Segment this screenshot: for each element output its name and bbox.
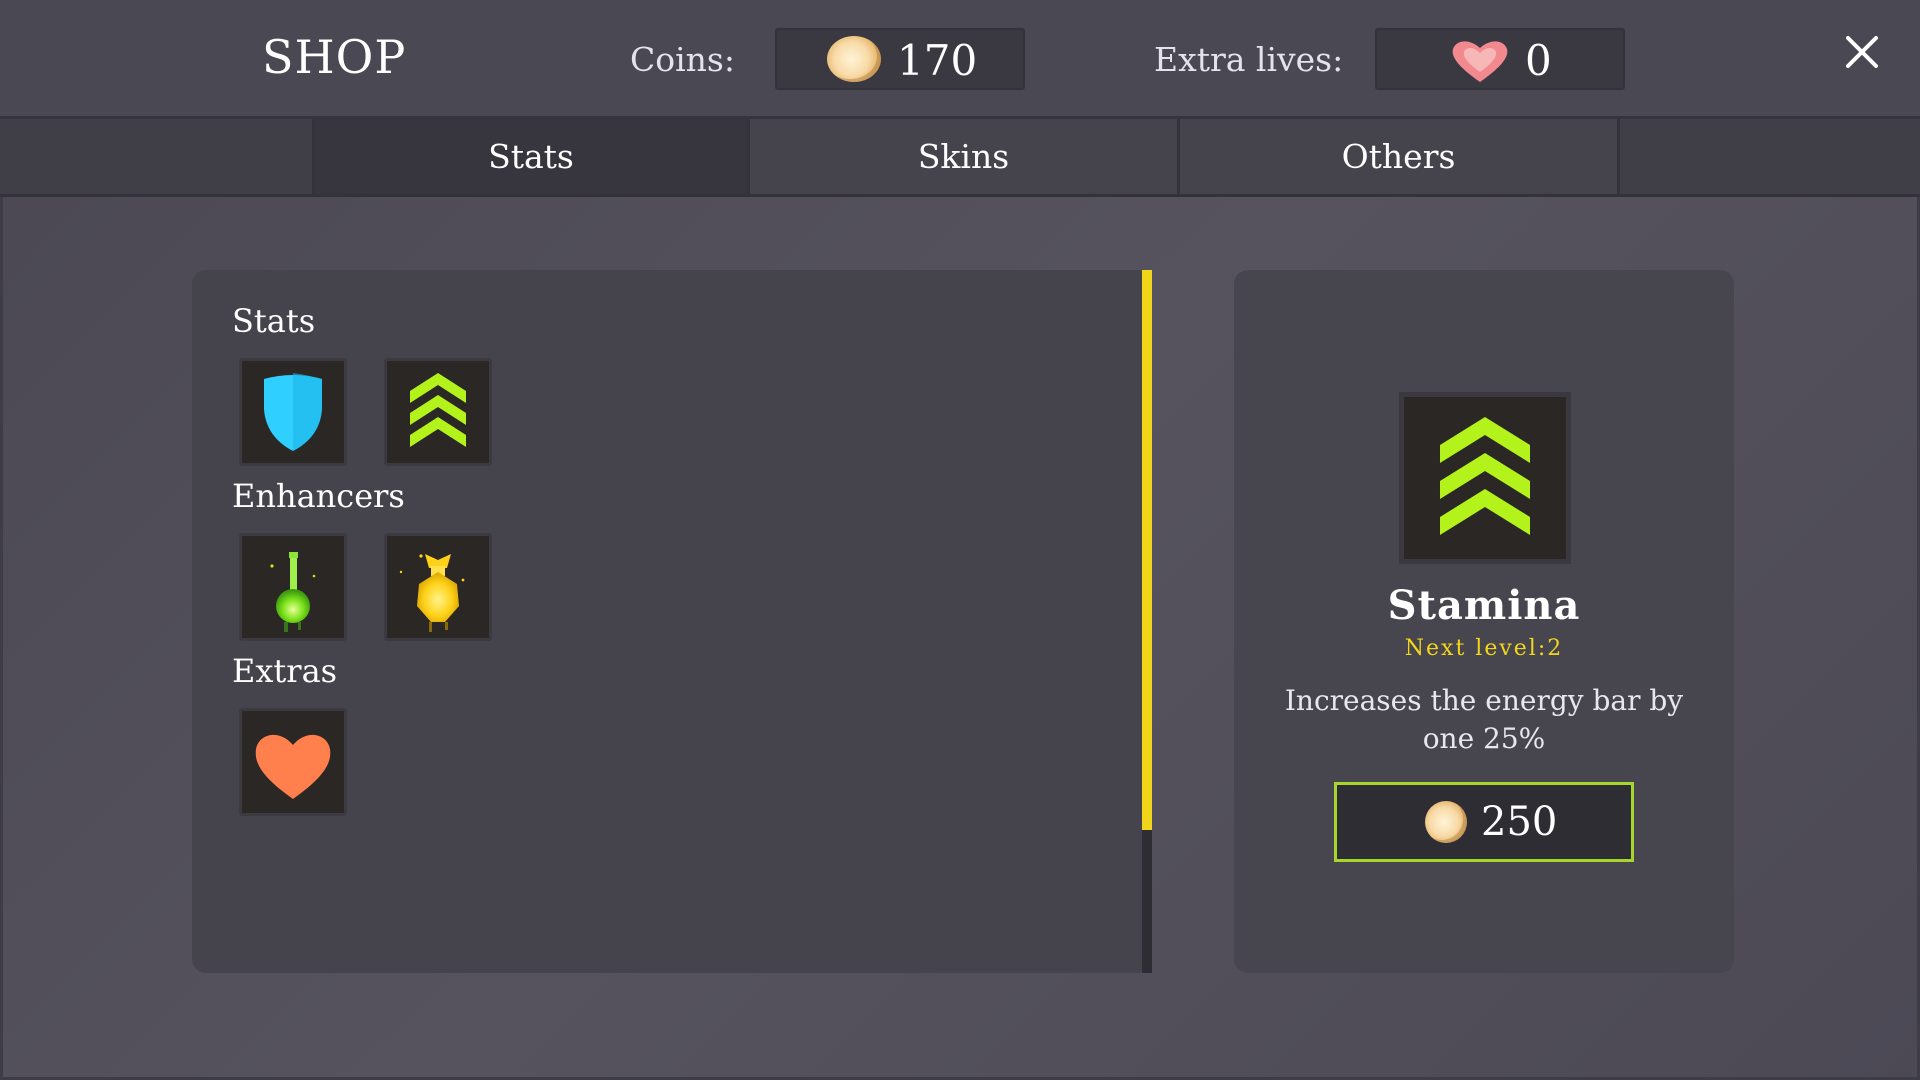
- item-detail-panel: Stamina Next level:2 Increases the energ…: [1234, 270, 1734, 973]
- heart-icon: [255, 734, 331, 799]
- extra-lives-counter: 0: [1375, 28, 1625, 90]
- shop-header: SHOP Coins: 170 Extra lives: 0: [0, 0, 1920, 119]
- item-extra-life[interactable]: [239, 708, 347, 816]
- catalog-scrollbar-thumb[interactable]: [1142, 270, 1152, 830]
- buy-price: 250: [1481, 799, 1558, 845]
- shop-title: SHOP: [262, 30, 407, 84]
- catalog-panel: Stats Enhancers Extras: [192, 270, 1152, 973]
- detail-item-icon: [1399, 392, 1571, 564]
- section-title-stats: Stats: [232, 302, 316, 340]
- coins-value: 170: [897, 36, 978, 85]
- coin-icon: [827, 36, 881, 82]
- chevrons-up-icon: [1440, 417, 1530, 535]
- detail-item-name: Stamina: [1387, 582, 1581, 629]
- item-green-potion[interactable]: [239, 533, 347, 641]
- yellow-potion-icon: [399, 554, 465, 632]
- item-shield[interactable]: [239, 358, 347, 466]
- section-title-extras: Extras: [232, 652, 338, 690]
- buy-button[interactable]: 250: [1334, 782, 1634, 862]
- detail-next-level: Next level:2: [1404, 636, 1564, 661]
- item-stamina[interactable]: [384, 358, 492, 466]
- tab-skins[interactable]: Skins: [747, 119, 1180, 194]
- shield-icon: [264, 373, 322, 451]
- tab-stats[interactable]: Stats: [312, 119, 750, 194]
- coins-counter: 170: [775, 28, 1025, 90]
- close-icon[interactable]: [1840, 30, 1884, 74]
- extra-lives-label: Extra lives:: [1154, 40, 1344, 79]
- extra-lives-value: 0: [1525, 36, 1552, 85]
- tab-bar: Stats Skins Others: [0, 119, 1920, 197]
- chevrons-up-icon: [410, 373, 466, 447]
- item-yellow-potion[interactable]: [384, 533, 492, 641]
- coins-label: Coins:: [630, 40, 735, 79]
- green-potion-icon: [270, 552, 316, 632]
- section-title-enhancers: Enhancers: [232, 477, 405, 515]
- coin-icon: [1425, 801, 1467, 843]
- detail-description: Increases the energy bar by one 25%: [1284, 684, 1684, 755]
- heart-icon: [1452, 41, 1508, 82]
- tab-others[interactable]: Others: [1177, 119, 1620, 194]
